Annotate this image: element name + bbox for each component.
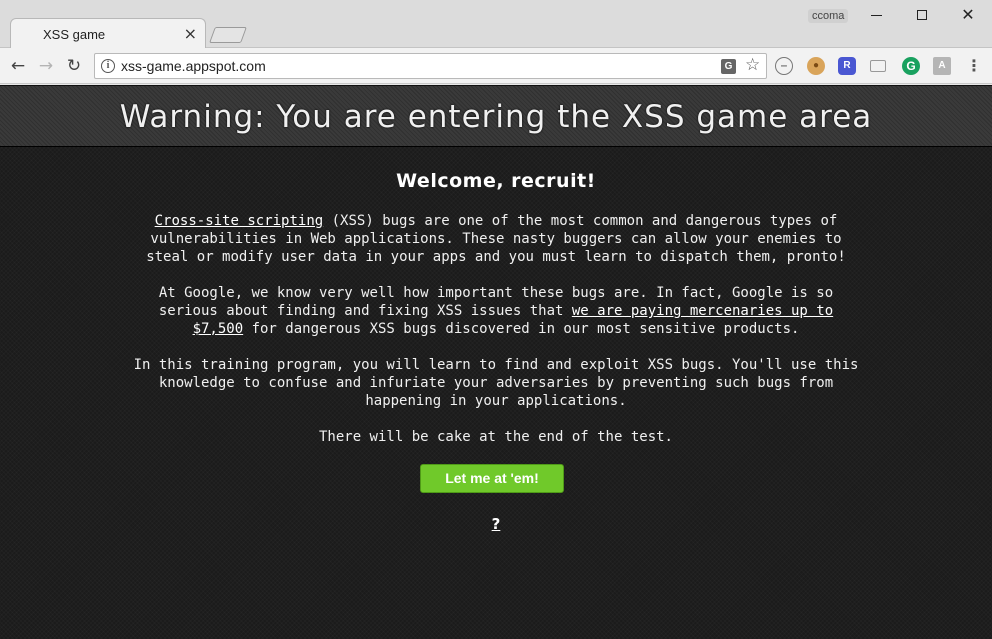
r-extension-icon[interactable]: R xyxy=(838,57,856,75)
new-tab-button[interactable] xyxy=(209,27,247,43)
banner-title: Warning: You are entering the XSS game a… xyxy=(119,99,873,135)
translate-icon[interactable]: G xyxy=(721,59,736,74)
cookie-icon[interactable]: ● xyxy=(807,57,825,75)
minimize-icon xyxy=(870,14,882,16)
help-link[interactable]: ? xyxy=(488,515,504,533)
cake-paragraph: There will be cake at the end of the tes… xyxy=(318,429,673,445)
tab-xss-game[interactable]: XSS game × xyxy=(10,18,206,49)
site-info-icon[interactable]: i xyxy=(101,59,115,73)
xss-wiki-link[interactable]: Cross-site scripting xyxy=(155,213,324,229)
bookmark-star-icon[interactable]: ☆ xyxy=(745,55,760,75)
block-icon[interactable]: – xyxy=(775,57,793,75)
page-content: Warning: You are entering the XSS game a… xyxy=(0,85,992,639)
welcome-heading: Welcome, recruit! xyxy=(396,170,596,192)
grammarly-icon[interactable]: G xyxy=(902,57,920,75)
training-paragraph: In this training program, you will learn… xyxy=(133,357,859,409)
profile-name[interactable]: ccoma xyxy=(808,9,849,23)
tab-title: XSS game xyxy=(43,27,106,42)
url-text[interactable]: xss-game.appspot.com xyxy=(121,58,266,74)
address-bar[interactable]: i xss-game.appspot.com G ☆ xyxy=(94,53,767,79)
warning-banner: Warning: You are entering the XSS game a… xyxy=(0,85,992,147)
back-arrow-icon: ← xyxy=(10,56,26,76)
start-game-button[interactable]: Let me at 'em! xyxy=(420,464,564,493)
bounty-text-after: for dangerous XSS bugs discovered in our… xyxy=(243,321,800,337)
bounty-paragraph: At Google, we know very well how importa… xyxy=(130,284,862,338)
tab-close-icon[interactable]: × xyxy=(184,24,197,43)
maximize-icon xyxy=(917,10,927,20)
forward-button[interactable]: → xyxy=(34,54,58,78)
close-icon: ✕ xyxy=(961,5,975,24)
maximize-button[interactable] xyxy=(900,4,944,26)
pdf-icon[interactable]: A xyxy=(933,57,951,75)
reload-button[interactable]: ↻ xyxy=(62,54,86,78)
window-close-button[interactable]: ✕ xyxy=(946,4,990,26)
back-button[interactable]: ← xyxy=(6,54,30,78)
cast-icon[interactable] xyxy=(870,60,886,72)
intro-paragraph: Cross-site scripting (XSS) bugs are one … xyxy=(130,212,862,266)
browser-menu-icon[interactable]: ⋮ xyxy=(966,55,982,77)
browser-title-bar: XSS game × ccoma ✕ xyxy=(0,0,992,49)
minimize-button[interactable] xyxy=(854,4,898,26)
forward-arrow-icon: → xyxy=(38,56,54,76)
reload-icon: ↻ xyxy=(66,56,82,76)
